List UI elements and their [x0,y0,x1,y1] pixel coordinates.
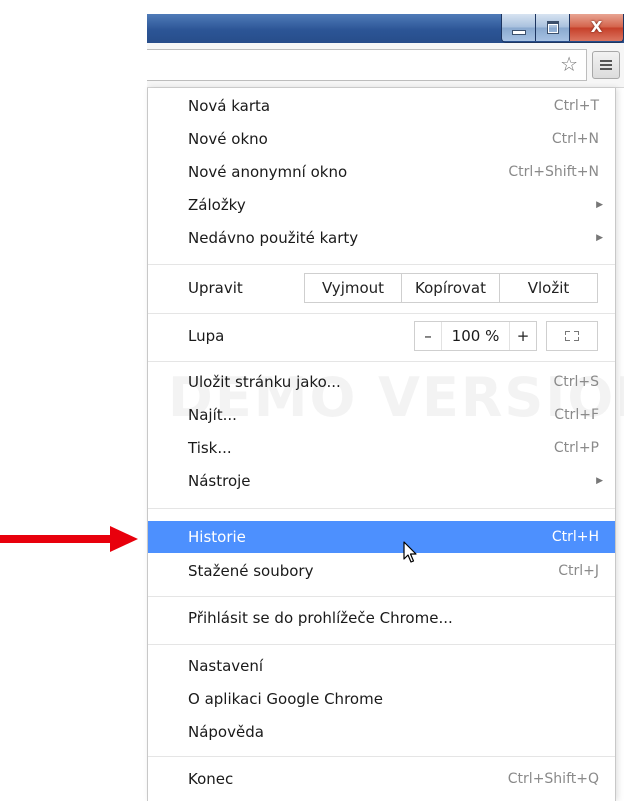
close-icon: X [590,18,603,36]
hamburger-icon [600,60,612,70]
menu-item-shortcut: Ctrl+H [551,529,599,545]
submenu-arrow-icon: ▶ [596,200,603,210]
menu-item-label: Konec [188,770,234,788]
submenu-arrow-icon: ▶ [596,476,603,486]
edit-button-group: Vyjmout Kopírovat Vložit [304,273,598,303]
minimize-button[interactable] [502,14,536,41]
copy-button[interactable]: Kopírovat [402,274,500,302]
menu-item-shortcut: Ctrl+J [558,563,599,579]
menu-separator [148,313,615,314]
menu-item-settings[interactable]: Nastavení [148,652,615,680]
annotation-arrow-icon [110,526,138,552]
menu-item-new-window[interactable]: Nové okno Ctrl+N [148,125,615,153]
menu-separator [148,361,615,362]
menu-item-label: Přihlásit se do prohlížeče Chrome... [188,609,453,627]
menu-separator [148,644,615,645]
menu-row-zoom: Lupa – 100 % + [148,318,615,354]
menu-item-help[interactable]: Nápověda [148,718,615,746]
menu-row-edit: Upravit Vyjmout Kopírovat Vložit [148,270,615,306]
zoom-label: Lupa [188,327,225,345]
menu-item-label: Nové anonymní okno [188,163,348,181]
close-button[interactable]: X [570,14,623,41]
annotation-arrow-shaft [0,535,112,543]
menu-separator [148,508,615,509]
menu-item-label: Nástroje [188,472,251,490]
menu-item-label: Nastavení [188,657,264,675]
maximize-icon [546,21,559,34]
fullscreen-button[interactable] [546,321,598,351]
menu-item-label: Nová karta [188,97,271,115]
cut-button[interactable]: Vyjmout [305,274,402,302]
menu-item-label: Historie [188,528,246,546]
menu-item-new-tab[interactable]: Nová karta Ctrl+T [148,92,615,120]
menu-item-shortcut: Ctrl+F [554,407,599,423]
menu-item-label: Záložky [188,196,246,214]
menu-item-shortcut: Ctrl+T [553,98,599,114]
menu-item-new-incognito[interactable]: Nové anonymní okno Ctrl+Shift+N [148,158,615,186]
maximize-button[interactable] [536,14,570,41]
menu-item-label: Tisk... [188,439,232,457]
menu-item-print[interactable]: Tisk... Ctrl+P [148,434,615,462]
address-bar[interactable]: ☆ [147,49,587,81]
menu-item-label: Najít... [188,406,237,424]
menu-item-find[interactable]: Najít... Ctrl+F [148,401,615,429]
zoom-level: 100 % [441,322,510,350]
chrome-menu: Nová karta Ctrl+T Nové okno Ctrl+N Nové … [147,88,624,801]
menu-item-tools[interactable]: Nástroje ▶ [148,467,615,495]
menu-item-label: Nápověda [188,723,264,741]
menu-item-shortcut: Ctrl+Shift+N [508,164,599,180]
zoom-out-button[interactable]: – [415,322,441,350]
menu-separator [148,596,615,597]
menu-item-shortcut: Ctrl+N [551,131,599,147]
menu-separator [148,756,615,757]
menu-item-history[interactable]: Historie Ctrl+H [148,521,615,553]
minimize-icon [511,30,526,35]
menu-item-label: Uložit stránku jako... [188,373,341,391]
fullscreen-icon [565,331,579,341]
menu-item-shortcut: Ctrl+S [553,374,599,390]
menu-item-recent-tabs[interactable]: Nedávno použité karty ▶ [148,224,615,252]
window-controls: X [501,14,624,43]
browser-toolbar: ☆ [147,43,624,88]
menu-item-label: Nové okno [188,130,268,148]
menu-item-bookmarks[interactable]: Záložky ▶ [148,191,615,219]
menu-item-signin[interactable]: Přihlásit se do prohlížeče Chrome... [148,604,615,632]
menu-item-shortcut: Ctrl+Shift+Q [507,771,599,787]
menu-item-label: Nedávno použité karty [188,229,359,247]
bookmark-star-icon[interactable]: ☆ [560,54,578,74]
paste-button[interactable]: Vložit [500,274,597,302]
menu-item-label: O aplikaci Google Chrome [188,690,383,708]
zoom-control: – 100 % + [414,321,537,351]
mouse-cursor-icon [403,541,417,563]
menu-item-shortcut: Ctrl+P [553,440,599,456]
menu-separator [148,264,615,265]
menu-item-downloads[interactable]: Stažené soubory Ctrl+J [148,557,615,585]
chrome-menu-button[interactable] [592,51,620,79]
menu-item-exit[interactable]: Konec Ctrl+Shift+Q [148,765,615,793]
menu-item-label: Stažené soubory [188,562,314,580]
window-titlebar: X [147,14,624,43]
submenu-arrow-icon: ▶ [596,233,603,243]
menu-item-save-page[interactable]: Uložit stránku jako... Ctrl+S [148,368,615,396]
zoom-in-button[interactable]: + [510,322,536,350]
menu-item-about[interactable]: O aplikaci Google Chrome [148,685,615,713]
